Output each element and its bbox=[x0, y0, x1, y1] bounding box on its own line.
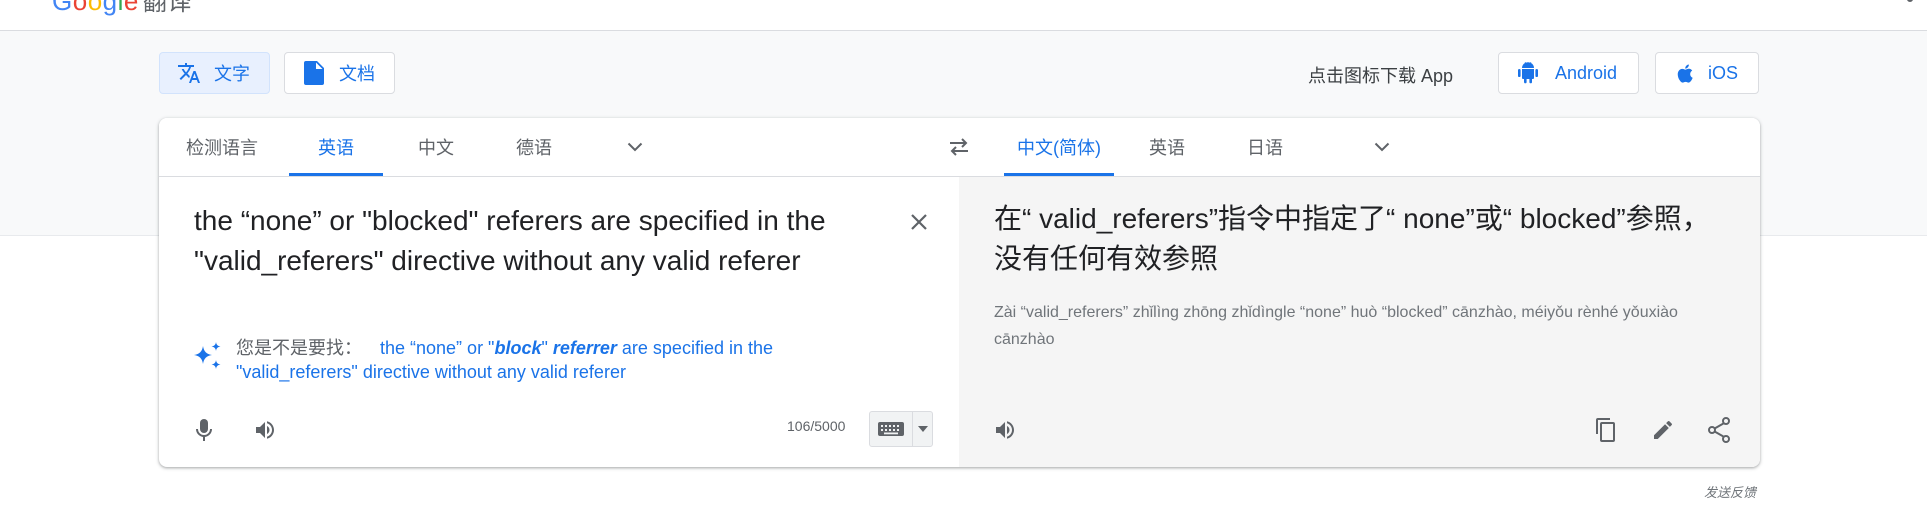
translate-icon bbox=[176, 60, 202, 86]
edit-translation-button[interactable] bbox=[1643, 410, 1683, 450]
translated-text: 在“ valid_referers”指令中指定了“ none”或“ blocke… bbox=[994, 203, 1710, 274]
android-label: Android bbox=[1555, 62, 1618, 83]
suggestion-bold-word: block bbox=[494, 338, 542, 358]
chevron-down-icon bbox=[627, 142, 643, 152]
keyboard-icon bbox=[870, 412, 913, 446]
android-icon bbox=[1515, 60, 1541, 86]
source-lang-english[interactable]: 英语 bbox=[289, 118, 383, 176]
speaker-icon bbox=[253, 418, 277, 442]
target-lang-more-button[interactable] bbox=[1362, 118, 1402, 176]
swap-icon bbox=[947, 137, 971, 157]
voice-input-button[interactable] bbox=[184, 410, 224, 450]
caret-down-icon bbox=[913, 412, 932, 446]
source-text-input[interactable]: the “none” or "blocked" referers are spe… bbox=[194, 201, 874, 281]
microphone-icon bbox=[196, 418, 212, 442]
source-listen-button[interactable] bbox=[245, 410, 285, 450]
google-translate-logo[interactable]: Google 翻译 bbox=[52, 0, 192, 18]
chevron-down-icon bbox=[1374, 142, 1390, 152]
document-icon bbox=[301, 60, 327, 86]
suggestion-text: the “none” or " bbox=[380, 338, 495, 358]
docs-mode-button[interactable]: 文档 bbox=[284, 52, 395, 94]
copy-icon bbox=[1594, 417, 1618, 443]
source-lang-detect[interactable]: 检测语言 bbox=[165, 118, 279, 176]
share-translation-button[interactable] bbox=[1699, 410, 1739, 450]
translation-card: 检测语言 英语 中文 德语 中文(简体) 英语 日语 the “none” or… bbox=[159, 118, 1760, 467]
source-lang-chinese[interactable]: 中文 bbox=[393, 118, 479, 176]
target-listen-button[interactable] bbox=[985, 410, 1025, 450]
logo-letter: g bbox=[102, 0, 118, 16]
logo-letter: o bbox=[87, 0, 103, 16]
product-name: 翻译 bbox=[142, 0, 192, 16]
source-lang-german[interactable]: 德语 bbox=[489, 118, 579, 176]
ios-label: iOS bbox=[1708, 62, 1739, 83]
language-bar: 检测语言 英语 中文 德语 中文(简体) 英语 日语 bbox=[159, 118, 1760, 177]
pencil-icon bbox=[1651, 418, 1675, 442]
share-icon bbox=[1707, 417, 1731, 443]
source-lang-more-button[interactable] bbox=[615, 118, 655, 176]
account-icon[interactable] bbox=[1907, 0, 1913, 2]
target-lang-chinese-simplified[interactable]: 中文(简体) bbox=[1004, 118, 1114, 176]
ios-download-button[interactable]: iOS bbox=[1655, 52, 1759, 94]
logo-letter: o bbox=[72, 0, 88, 16]
target-lang-english[interactable]: 英语 bbox=[1124, 118, 1210, 176]
app-download-label: 点击图标下载 App bbox=[1308, 66, 1454, 86]
suggestion-text: " bbox=[541, 338, 553, 358]
sparkle-icon bbox=[191, 340, 225, 374]
suggestion-bold-word: referrer bbox=[552, 338, 617, 358]
text-mode-label: 文字 bbox=[214, 64, 250, 84]
close-icon bbox=[909, 212, 929, 232]
copy-translation-button[interactable] bbox=[1586, 410, 1626, 450]
logo-letter: G bbox=[52, 0, 73, 16]
target-pane: 在“ valid_referers”指令中指定了“ none”或“ blocke… bbox=[959, 177, 1760, 467]
text-mode-button[interactable]: 文字 bbox=[159, 52, 270, 94]
did-you-mean-label: 您是不是要找： bbox=[236, 338, 362, 358]
clear-source-button[interactable] bbox=[901, 204, 937, 240]
logo-letter: e bbox=[123, 0, 139, 16]
input-tools-button[interactable] bbox=[869, 411, 933, 447]
apple-icon bbox=[1672, 60, 1698, 86]
android-download-button[interactable]: Android bbox=[1498, 52, 1639, 94]
did-you-mean-suggestion: 您是不是要找： the “none” or "block" referrer ar… bbox=[236, 336, 856, 384]
swap-languages-button[interactable] bbox=[939, 118, 979, 176]
target-lang-japanese[interactable]: 日语 bbox=[1220, 118, 1310, 176]
docs-mode-label: 文档 bbox=[339, 64, 375, 84]
speaker-icon bbox=[993, 418, 1017, 442]
character-count: 106/5000 bbox=[787, 418, 846, 434]
transliteration-text: Zài “valid_referers” zhǐlìng zhōng zhǐdì… bbox=[994, 304, 1678, 348]
send-feedback-link[interactable]: 发送反馈 bbox=[1704, 482, 1756, 501]
top-bar: Google 翻译 bbox=[0, 0, 1927, 31]
